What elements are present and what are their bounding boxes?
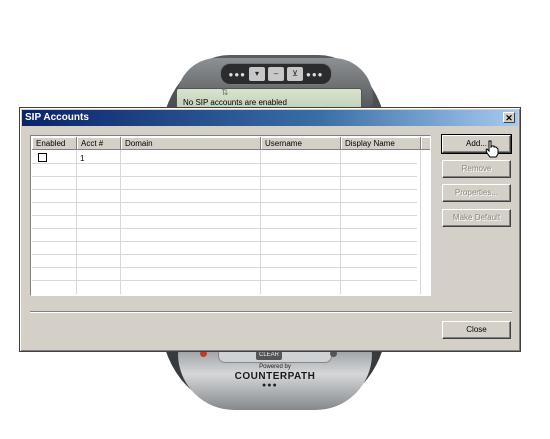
grid-line <box>32 267 417 268</box>
close-icon[interactable]: ✕ <box>503 112 515 123</box>
make-default-button[interactable]: Make Default <box>442 209 511 227</box>
minimize-icon[interactable]: – <box>268 67 284 81</box>
separator <box>30 311 512 313</box>
column-header-username[interactable]: Username <box>261 137 341 150</box>
grid-line <box>32 176 417 177</box>
dialog-title: SIP Accounts <box>25 112 89 123</box>
hand-pointer-icon <box>485 140 499 158</box>
transfer-arrows-icon: ⇅ <box>221 87 229 97</box>
grid-line <box>76 150 77 294</box>
column-header-display-name[interactable]: Display Name <box>341 137 421 150</box>
grid-line <box>32 163 417 164</box>
softphone-controls: ●●● ▾ – ⊻ ●●● <box>220 63 332 85</box>
grid-line <box>32 215 417 216</box>
column-header-enabled[interactable]: Enabled <box>32 137 77 150</box>
grid-line <box>340 150 341 294</box>
grid-line <box>32 189 417 190</box>
grid-line <box>420 150 421 294</box>
column-header-acct[interactable]: Acct # <box>77 137 121 150</box>
grid-line <box>32 254 417 255</box>
brand-dots-icon: ●●● <box>262 382 278 389</box>
acct-number-cell: 1 <box>80 154 85 163</box>
accounts-list[interactable]: Enabled Acct # Domain Username Display N… <box>30 135 431 296</box>
dialog-titlebar[interactable]: SIP Accounts ✕ <box>22 110 518 126</box>
grid-line <box>32 202 417 203</box>
properties-button[interactable]: Properties... <box>442 184 511 202</box>
options-icon[interactable]: ⊻ <box>287 67 303 81</box>
grid-line <box>32 241 417 242</box>
dots-icon: ●●● <box>306 69 324 79</box>
dropdown-icon[interactable]: ▾ <box>249 67 265 81</box>
powered-by-label: Powered by <box>259 364 291 370</box>
grid-line <box>32 280 417 281</box>
remove-button[interactable]: Remove <box>442 160 511 178</box>
dots-icon: ●●● <box>228 69 246 79</box>
column-header-filler <box>421 137 430 150</box>
sip-accounts-dialog: SIP Accounts ✕ Enabled Acct # Domain Use… <box>19 107 521 352</box>
grid-line <box>260 150 261 294</box>
grid-line <box>32 228 417 229</box>
grid-line <box>120 150 121 294</box>
add-button[interactable]: Add... <box>441 134 512 154</box>
softphone-status: No SIP accounts are enabled <box>183 98 287 107</box>
enabled-checkbox[interactable] <box>38 153 47 162</box>
close-button[interactable]: Close <box>442 321 511 339</box>
counterpath-logo: COUNTERPATH <box>234 371 316 382</box>
column-header-domain[interactable]: Domain <box>121 137 261 150</box>
clear-button[interactable]: CLEAR <box>256 351 282 360</box>
